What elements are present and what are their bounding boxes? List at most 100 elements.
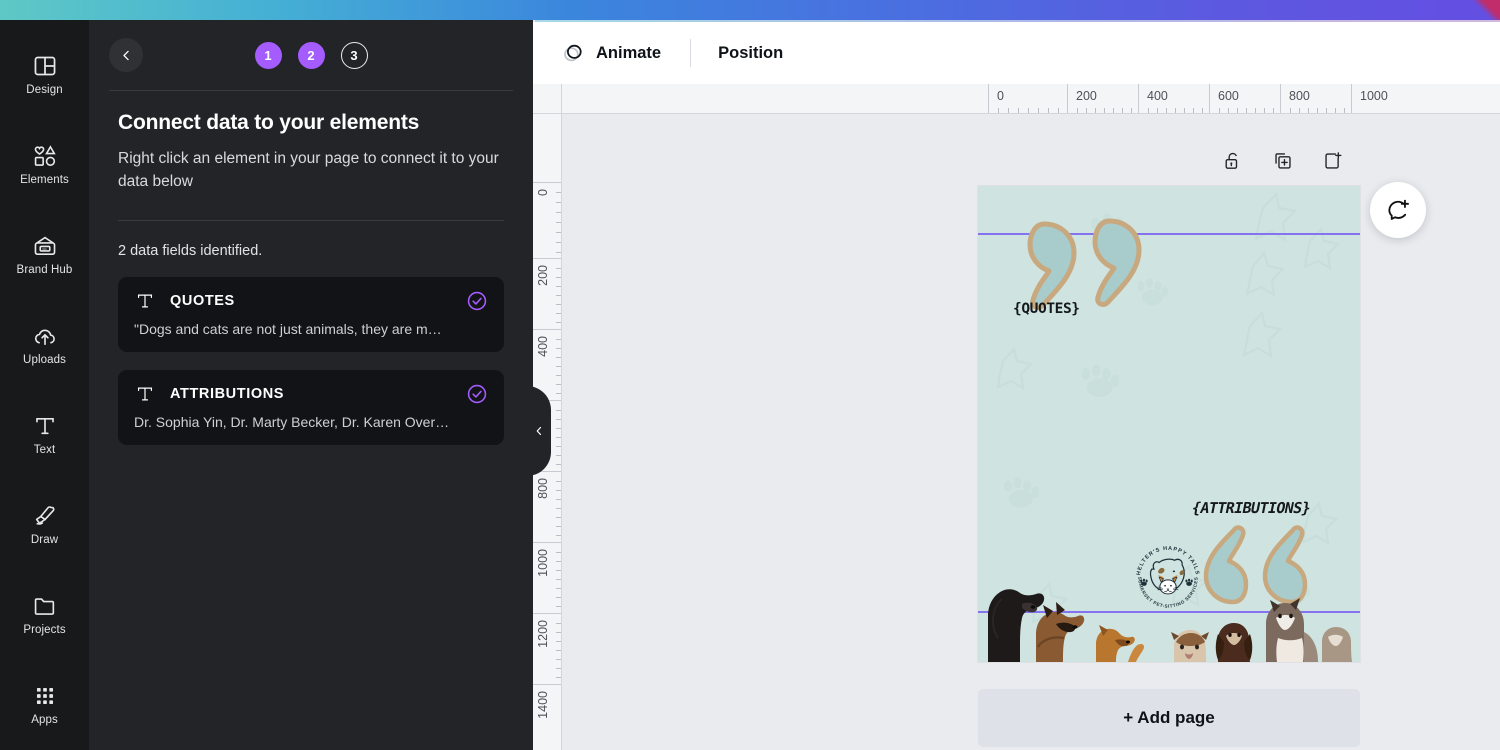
data-field-card-quotes[interactable]: QUOTES "Dogs and cats are not just anima… (118, 276, 504, 352)
dog-black-lab (988, 589, 1045, 662)
ruler-segment: 600 (1209, 84, 1280, 113)
position-label: Position (718, 43, 784, 62)
ruler-minor-ticks (555, 614, 561, 684)
ruler-minor-ticks (555, 259, 561, 329)
animate-label: Animate (596, 43, 662, 62)
data-field-card-attributions[interactable]: ATTRIBUTIONS Dr. Sophia Yin, Dr. Marty B… (118, 369, 504, 445)
ruler-minor-ticks (1139, 107, 1209, 113)
add-comment-button[interactable] (1370, 182, 1426, 238)
sidebar-item-apps[interactable]: Apps (0, 668, 89, 740)
add-page-button[interactable]: + Add page (978, 689, 1360, 747)
ruler-tick-label: 200 (1076, 89, 1097, 103)
unlock-icon[interactable] (1222, 150, 1244, 172)
sidebar-item-label: Design (26, 83, 63, 96)
canvas-area[interactable]: {QUOTES} {ATTRIBUTIONS} HELTER'S HAPPY T… (562, 114, 1500, 750)
ruler-segment: 1200 (533, 613, 561, 684)
ruler-segment: 1000 (533, 542, 561, 613)
ruler-tick-label: 800 (1289, 89, 1310, 103)
animate-icon (561, 41, 585, 65)
data-field-name: QUOTES (170, 292, 235, 309)
ruler-tick-label: 1000 (536, 549, 550, 577)
data-field-preview: Dr. Sophia Yin, Dr. Marty Becker, Dr. Ka… (134, 413, 450, 430)
add-comment-icon (1388, 199, 1409, 220)
ruler-tick-label: 400 (536, 336, 550, 357)
app-top-gradient-bar (0, 0, 1500, 20)
connected-check-icon[interactable] (466, 383, 488, 405)
sidebar-item-projects[interactable]: Projects (0, 578, 89, 650)
ruler-minor-ticks (1068, 107, 1138, 113)
ruler-tick-label: 600 (1218, 89, 1239, 103)
sidebar-item-label: Elements (20, 173, 69, 186)
animate-button[interactable]: Animate (548, 33, 674, 73)
layout-icon (32, 53, 58, 79)
field-card-header: ATTRIBUTIONS (134, 383, 488, 405)
panel-header: 1 2 3 (89, 20, 533, 90)
ruler-segment: 0 (533, 182, 561, 258)
ruler-minor-ticks (555, 330, 561, 400)
sidebar-item-uploads[interactable]: Uploads (0, 308, 89, 380)
sidebar-item-text[interactable]: Text (0, 398, 89, 470)
shapes-icon (32, 143, 58, 169)
ruler-corner (533, 84, 562, 114)
dog-photo-band[interactable] (978, 552, 1360, 662)
text-field-icon (134, 290, 156, 312)
brand-card-icon: co. (32, 233, 58, 259)
fields-count-text: 2 data fields identified. (118, 242, 263, 259)
ruler-minor-ticks (555, 183, 561, 258)
ruler-tick-label: 1200 (536, 620, 550, 648)
panel-subtitle: Right click an element in your page to c… (118, 150, 499, 191)
field-card-header: QUOTES (134, 290, 488, 312)
dog-bulldog (1171, 629, 1209, 662)
ruler-segment: 400 (1138, 84, 1209, 113)
top-bar-accent-corner (1474, 0, 1500, 20)
panel-collapse-handle[interactable] (527, 386, 551, 476)
folder-icon (32, 593, 58, 619)
panel-section-divider (118, 219, 504, 221)
add-page-icon[interactable] (1322, 150, 1344, 172)
sidebar-item-label: Apps (31, 713, 58, 726)
sidebar-item-brand-hub[interactable]: co. Brand Hub (0, 218, 89, 290)
sidebar-item-label: Projects (23, 623, 66, 636)
sidebar-item-design[interactable]: Design (0, 38, 89, 110)
add-page-label: + Add page (1123, 708, 1215, 727)
chevron-left-icon (122, 50, 129, 60)
ruler-tick-label: 1400 (536, 691, 550, 719)
sidebar-item-label: Uploads (23, 353, 66, 366)
connected-check-icon[interactable] (466, 290, 488, 312)
design-page[interactable]: {QUOTES} {ATTRIBUTIONS} HELTER'S HAPPY T… (978, 186, 1360, 662)
sidebar-item-elements[interactable]: Elements (0, 128, 89, 200)
step-1[interactable]: 1 (254, 41, 282, 69)
svg-text:co.: co. (42, 247, 47, 251)
horizontal-ruler[interactable]: 0 200 400 600 800 1000 (562, 84, 1500, 114)
step-indicator: 1 2 3 (89, 20, 533, 90)
ruler-tick-label: 0 (536, 189, 550, 196)
ruler-segment: 1000 (1351, 84, 1422, 113)
text-t-icon (32, 413, 58, 439)
editor-toolbar: Animate Position (533, 22, 1500, 84)
ruler-segment: 200 (533, 258, 561, 329)
step-2[interactable]: 2 (297, 41, 325, 69)
chevron-left-icon (536, 426, 542, 436)
back-button[interactable] (109, 38, 143, 72)
ruler-tick-label: 0 (997, 89, 1004, 103)
ruler-segment: 800 (1280, 84, 1351, 113)
ruler-minor-ticks (555, 401, 561, 471)
ruler-minor-ticks (989, 107, 1067, 113)
data-field-preview: "Dogs and cats are not just animals, the… (134, 320, 442, 337)
ruler-tick-label: 800 (536, 478, 550, 499)
sidebar-item-draw[interactable]: Draw (0, 488, 89, 560)
cloud-upload-icon (32, 323, 58, 349)
page-toolbar (1222, 150, 1344, 172)
duplicate-page-icon[interactable] (1272, 150, 1294, 172)
ruler-minor-ticks (1281, 107, 1351, 113)
connect-data-panel: 1 2 3 Connect data to your elements Righ… (89, 20, 533, 750)
data-field-name: ATTRIBUTIONS (170, 385, 285, 402)
dog-australian-shepherd (1266, 598, 1318, 662)
quotes-placeholder-text[interactable]: {QUOTES} (1013, 301, 1080, 317)
left-sidebar-rail: Design Elements co. Brand Hub Uploads Te… (0, 20, 89, 750)
step-3[interactable]: 3 (340, 41, 368, 69)
position-button[interactable]: Position (705, 33, 796, 73)
pen-icon (32, 503, 58, 529)
attributions-placeholder-text[interactable]: {ATTRIBUTIONS} (1190, 499, 1312, 517)
ruler-segment: 1400 (533, 684, 561, 750)
